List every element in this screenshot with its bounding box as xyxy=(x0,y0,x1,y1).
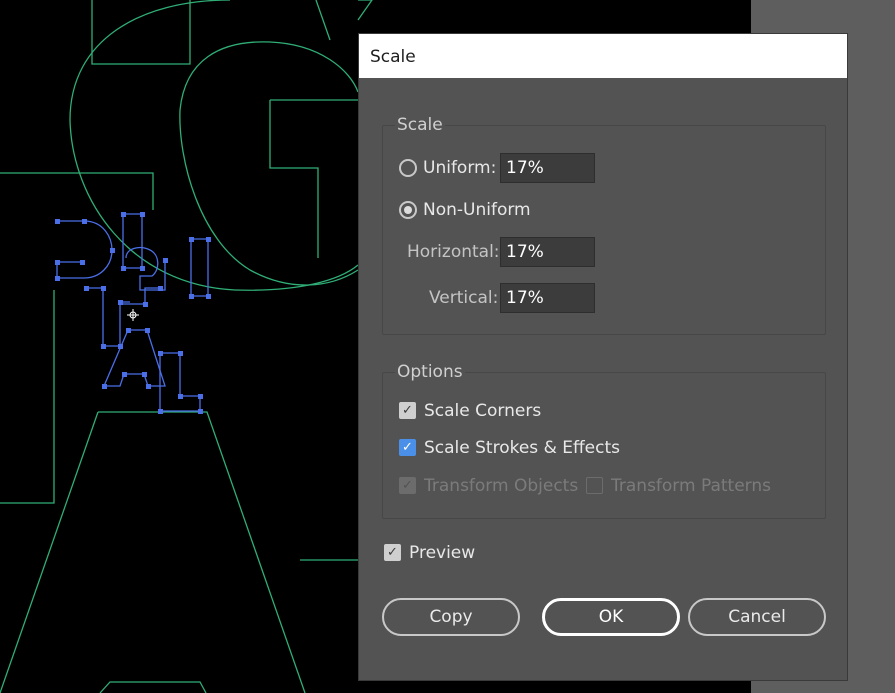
ok-button[interactable]: OK xyxy=(542,598,680,636)
preview-checkbox[interactable]: ✓ xyxy=(384,544,401,561)
dialog-title: Scale xyxy=(359,34,847,78)
uniform-input[interactable]: 17% xyxy=(500,153,595,183)
non-uniform-label: Non-Uniform xyxy=(423,200,531,220)
transform-patterns-checkbox[interactable] xyxy=(586,477,603,494)
vertical-label: Vertical: xyxy=(429,288,499,308)
scale-group-legend: Scale xyxy=(395,115,445,135)
uniform-label: Uniform: xyxy=(423,158,497,178)
copy-button[interactable]: Copy xyxy=(382,598,520,636)
transform-objects-label: Transform Objects xyxy=(424,476,579,496)
vertical-input[interactable]: 17% xyxy=(500,283,595,313)
scale-dialog: Scale Scale Uniform: 17% Non-Uniform Hor… xyxy=(358,33,848,681)
scale-strokes-label: Scale Strokes & Effects xyxy=(424,438,621,458)
scale-corners-label: Scale Corners xyxy=(424,401,542,421)
scale-strokes-checkbox[interactable]: ✓ xyxy=(399,439,416,456)
scale-corners-checkbox[interactable]: ✓ xyxy=(399,402,416,419)
preview-label: Preview xyxy=(409,543,476,563)
non-uniform-radio[interactable] xyxy=(399,201,417,219)
uniform-radio[interactable] xyxy=(399,159,417,177)
reference-point-icon xyxy=(127,309,139,321)
horizontal-label: Horizontal: xyxy=(407,242,500,262)
horizontal-input[interactable]: 17% xyxy=(500,237,595,267)
options-group-legend: Options xyxy=(395,362,465,382)
cancel-button[interactable]: Cancel xyxy=(688,598,826,636)
transform-patterns-label: Transform Patterns xyxy=(611,476,771,496)
transform-objects-checkbox[interactable]: ✓ xyxy=(399,477,416,494)
